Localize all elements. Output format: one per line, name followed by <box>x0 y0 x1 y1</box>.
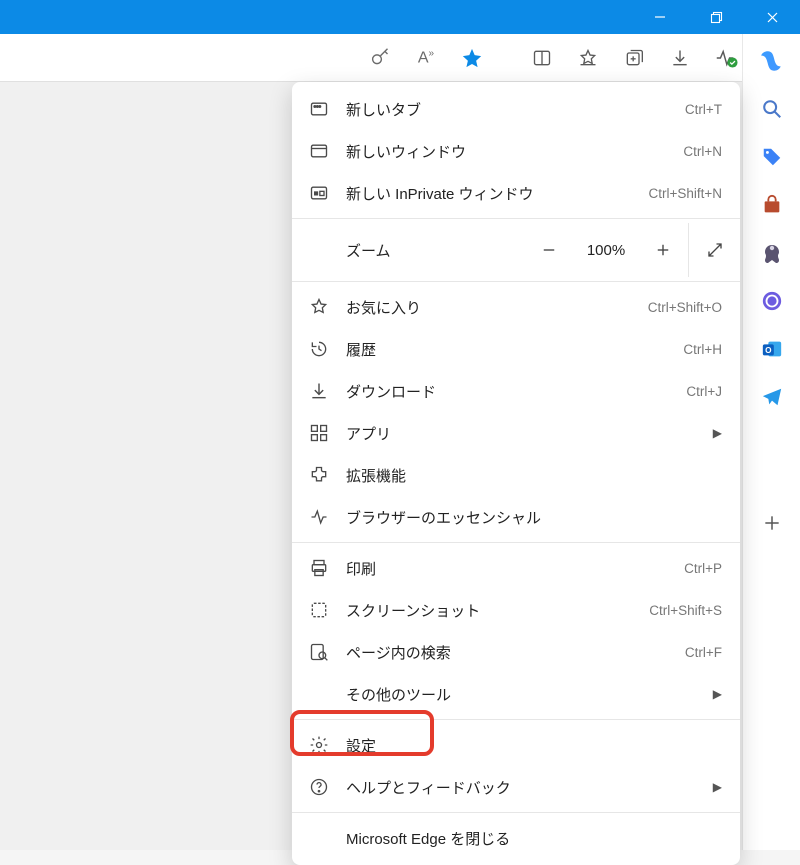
submenu-arrow-icon: ▶ <box>713 780 722 794</box>
zoom-value: 100% <box>582 242 630 259</box>
menu-favorites[interactable]: お気に入り Ctrl+Shift+O <box>292 286 740 328</box>
find-icon <box>308 641 330 663</box>
window-close-button[interactable] <box>744 0 800 34</box>
menu-label: 新しいタブ <box>346 99 669 120</box>
menu-label: Microsoft Edge を閉じる <box>346 828 722 849</box>
menu-find[interactable]: ページ内の検索 Ctrl+F <box>292 631 740 673</box>
split-screen-icon[interactable] <box>522 38 562 78</box>
menu-new-tab[interactable]: 新しいタブ Ctrl+T <box>292 88 740 130</box>
collections-icon[interactable] <box>614 38 654 78</box>
menu-separator <box>292 812 740 813</box>
menu-label: ページ内の検索 <box>346 642 669 663</box>
menu-shortcut: Ctrl+T <box>685 102 722 117</box>
menu-separator <box>292 281 740 282</box>
menu-separator <box>292 719 740 720</box>
new-tab-icon <box>308 98 330 120</box>
submenu-arrow-icon: ▶ <box>713 426 722 440</box>
help-icon <box>308 776 330 798</box>
menu-shortcut: Ctrl+J <box>686 384 722 399</box>
address-bar[interactable] <box>0 40 354 76</box>
downloads-icon[interactable] <box>660 38 700 78</box>
inprivate-icon <box>308 182 330 204</box>
menu-settings[interactable]: 設定 <box>292 724 740 766</box>
games-icon[interactable] <box>759 240 785 266</box>
search-icon[interactable] <box>759 96 785 122</box>
favorite-star-icon[interactable] <box>452 38 492 78</box>
extensions-icon <box>308 464 330 486</box>
new-window-icon <box>308 140 330 162</box>
menu-new-window[interactable]: 新しいウィンドウ Ctrl+N <box>292 130 740 172</box>
menu-label: 印刷 <box>346 558 668 579</box>
menu-downloads[interactable]: ダウンロード Ctrl+J <box>292 370 740 412</box>
browser-toolbar: A» <box>0 34 800 82</box>
gear-icon <box>308 734 330 756</box>
menu-new-inprivate[interactable]: 新しい InPrivate ウィンドウ Ctrl+Shift+N <box>292 172 740 214</box>
blank-icon <box>308 827 330 849</box>
window-minimize-button[interactable] <box>632 0 688 34</box>
window-maximize-button[interactable] <box>688 0 744 34</box>
password-icon[interactable] <box>360 38 400 78</box>
download-icon <box>308 380 330 402</box>
menu-essentials[interactable]: ブラウザーのエッセンシャル <box>292 496 740 538</box>
office-icon[interactable] <box>759 288 785 314</box>
menu-close-edge[interactable]: Microsoft Edge を閉じる <box>292 817 740 859</box>
menu-more-tools[interactable]: その他のツール ▶ <box>292 673 740 715</box>
menu-shortcut: Ctrl+N <box>683 144 722 159</box>
menu-label: 新しい InPrivate ウィンドウ <box>346 183 632 204</box>
apps-icon <box>308 422 330 444</box>
menu-shortcut: Ctrl+Shift+N <box>648 186 722 201</box>
copilot-icon[interactable] <box>759 48 785 74</box>
menu-shortcut: Ctrl+Shift+O <box>648 300 722 315</box>
menu-separator <box>292 542 740 543</box>
menu-label: ヘルプとフィードバック <box>346 777 697 798</box>
menu-print[interactable]: 印刷 Ctrl+P <box>292 547 740 589</box>
history-icon <box>308 338 330 360</box>
svg-text:O: O <box>765 346 772 355</box>
screenshot-icon <box>308 599 330 621</box>
blank-icon <box>308 683 330 705</box>
zoom-in-button[interactable] <box>644 231 682 269</box>
outlook-icon[interactable]: O <box>759 336 785 362</box>
menu-label: 新しいウィンドウ <box>346 141 667 162</box>
read-aloud-icon[interactable]: A» <box>406 38 446 78</box>
menu-label: アプリ <box>346 423 697 444</box>
performance-icon[interactable] <box>706 38 746 78</box>
menu-shortcut: Ctrl+Shift+S <box>649 603 722 618</box>
menu-help[interactable]: ヘルプとフィードバック ▶ <box>292 766 740 808</box>
window-titlebar <box>0 0 800 34</box>
telegram-icon[interactable] <box>759 384 785 410</box>
menu-label: お気に入り <box>346 297 632 318</box>
menu-shortcut: Ctrl+P <box>684 561 722 576</box>
menu-screenshot[interactable]: スクリーンショット Ctrl+Shift+S <box>292 589 740 631</box>
menu-history[interactable]: 履歴 Ctrl+H <box>292 328 740 370</box>
shopping-icon[interactable] <box>759 192 785 218</box>
edge-sidebar: O <box>742 34 800 850</box>
menu-label: 設定 <box>346 735 722 756</box>
tag-icon[interactable] <box>759 144 785 170</box>
menu-shortcut: Ctrl+F <box>685 645 722 660</box>
menu-separator <box>292 218 740 219</box>
menu-label: ブラウザーのエッセンシャル <box>346 507 722 528</box>
menu-label: スクリーンショット <box>346 600 633 621</box>
star-icon <box>308 296 330 318</box>
settings-menu: 新しいタブ Ctrl+T 新しいウィンドウ Ctrl+N 新しい InPriva… <box>292 82 740 865</box>
menu-shortcut: Ctrl+H <box>683 342 722 357</box>
menu-label: 履歴 <box>346 339 667 360</box>
zoom-label: ズーム <box>346 240 530 261</box>
zoom-out-button[interactable] <box>530 231 568 269</box>
menu-label: その他のツール <box>346 684 697 705</box>
menu-extensions[interactable]: 拡張機能 <box>292 454 740 496</box>
heartbeat-icon <box>308 506 330 528</box>
menu-label: 拡張機能 <box>346 465 722 486</box>
menu-apps[interactable]: アプリ ▶ <box>292 412 740 454</box>
favorites-list-icon[interactable] <box>568 38 608 78</box>
fullscreen-button[interactable] <box>688 223 740 277</box>
menu-zoom: ズーム 100% <box>292 223 740 277</box>
menu-label: ダウンロード <box>346 381 670 402</box>
sidebar-add-button[interactable] <box>759 510 785 536</box>
print-icon <box>308 557 330 579</box>
submenu-arrow-icon: ▶ <box>713 687 722 701</box>
